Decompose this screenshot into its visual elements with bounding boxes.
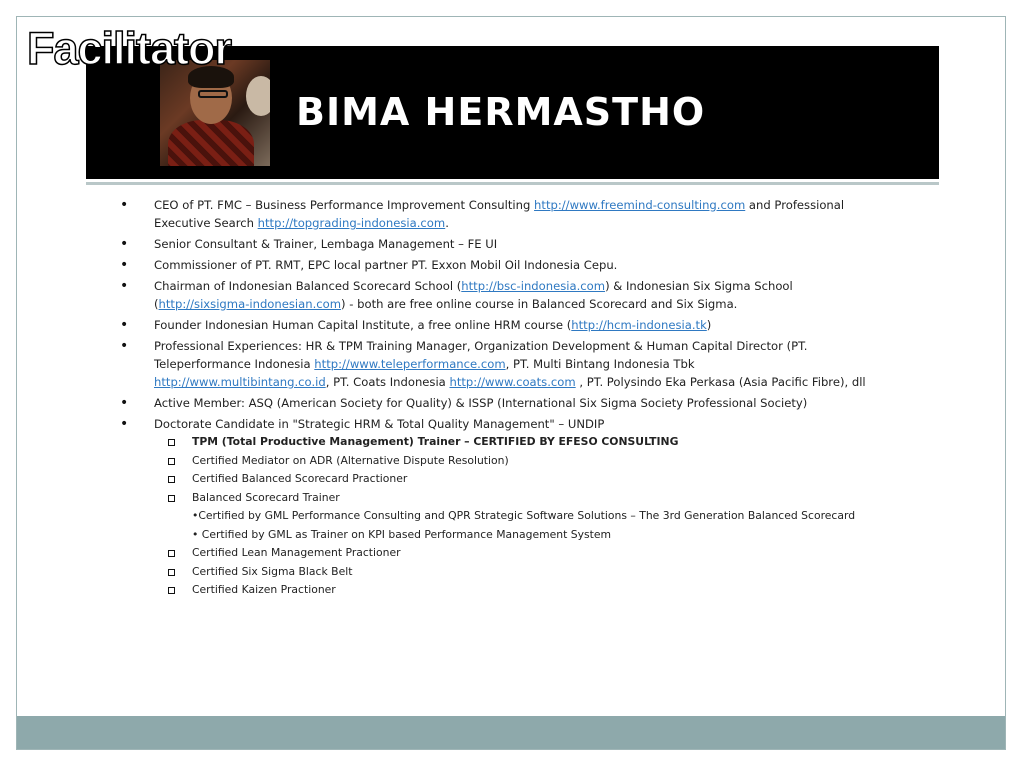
portrait-photo xyxy=(160,60,270,166)
certification-text: Certified Mediator on ADR (Alternative D… xyxy=(192,453,509,467)
certification-text: • Certified by GML as Trainer on KPI bas… xyxy=(192,527,612,541)
bio-bullet-item: Commissioner of PT. RMT, EPC local partn… xyxy=(118,256,870,274)
website-link[interactable]: http://www.multibintang.co.id xyxy=(154,375,326,389)
certification-note: •Certified by GML Performance Consulting… xyxy=(154,507,870,526)
website-link[interactable]: http://sixsigma-indonesian.com xyxy=(159,297,342,311)
website-link[interactable]: http://topgrading-indonesia.com xyxy=(258,216,446,230)
bullet-text: , PT. Polysindo Eka Perkasa (Asia Pacifi… xyxy=(575,375,866,389)
certification-text: Certified Kaizen Practioner xyxy=(192,583,336,596)
shirt-shape xyxy=(168,120,254,166)
certification-item: Certified Balanced Scorecard Practioner xyxy=(154,470,870,489)
certification-item: Certified Lean Management Practioner xyxy=(154,544,870,563)
website-link[interactable]: http://www.freemind-consulting.com xyxy=(534,198,745,212)
square-bullet-icon xyxy=(168,494,175,502)
website-link[interactable]: http://bsc-indonesia.com xyxy=(461,279,605,293)
footer-band xyxy=(17,716,1005,749)
bio-bullet-item: CEO of PT. FMC – Business Performance Im… xyxy=(118,196,870,232)
facilitator-name: BIMA HERMASTHO xyxy=(296,90,706,134)
bio-bullet-item: Professional Experiences: HR & TPM Train… xyxy=(118,337,870,391)
website-link[interactable]: http://www.teleperformance.com xyxy=(314,357,505,371)
square-bullet-icon xyxy=(168,550,175,557)
bullet-text: Senior Consultant & Trainer, Lembaga Man… xyxy=(154,237,498,251)
certification-item: TPM (Total Productive Management) Traine… xyxy=(154,433,870,452)
banner-divider xyxy=(86,182,939,185)
certification-list: TPM (Total Productive Management) Traine… xyxy=(154,433,870,600)
certification-text: Certified Balanced Scorecard Practioner xyxy=(192,472,408,485)
bullet-text: . xyxy=(445,216,449,230)
square-bullet-icon xyxy=(168,439,175,446)
bullet-text: Doctorate Candidate in "Strategic HRM & … xyxy=(154,417,605,431)
certification-text: •Certified by GML Performance Consulting… xyxy=(192,509,856,522)
certification-item: Balanced Scorecard Trainer xyxy=(154,489,870,508)
square-bullet-icon xyxy=(168,457,175,465)
bullet-text: ) xyxy=(706,318,712,332)
bio-bullet-list: CEO of PT. FMC – Business Performance Im… xyxy=(118,196,870,600)
square-bullet-icon xyxy=(168,568,175,576)
bullet-text: CEO of PT. FMC – Business Performance Im… xyxy=(154,198,535,212)
certification-item: Certified Kaizen Practioner xyxy=(154,581,870,600)
certification-text: Certified Lean Management Practioner xyxy=(192,546,401,559)
square-bullet-icon xyxy=(168,587,175,594)
certification-text: Certified Six Sigma Black Belt xyxy=(192,564,353,578)
bio-bullet-item: Active Member: ASQ (American Society for… xyxy=(118,394,870,412)
bullet-text: Chairman of Indonesian Balanced Scorecar… xyxy=(154,279,462,293)
certification-note: • Certified by GML as Trainer on KPI bas… xyxy=(154,526,870,545)
website-link[interactable]: http://www.coats.com xyxy=(449,375,575,389)
bullet-text: Commissioner of PT. RMT, EPC local partn… xyxy=(154,258,618,272)
certification-item: Certified Six Sigma Black Belt xyxy=(154,563,870,582)
bullet-text: ) - both are free online course in Balan… xyxy=(341,297,738,311)
certification-text: TPM (Total Productive Management) Traine… xyxy=(192,435,679,448)
square-bullet-icon xyxy=(168,476,175,483)
website-link[interactable]: http://hcm-indonesia.tk xyxy=(571,318,707,332)
background-person xyxy=(246,76,270,116)
bullet-text: Active Member: ASQ (American Society for… xyxy=(154,396,808,410)
slide-title: Facilitator xyxy=(26,23,233,74)
bio-content: CEO of PT. FMC – Business Performance Im… xyxy=(118,196,870,603)
bullet-text: Founder Indonesian Human Capital Institu… xyxy=(154,318,572,332)
bio-bullet-item: Doctorate Candidate in "Strategic HRM & … xyxy=(118,415,870,600)
certification-item: Certified Mediator on ADR (Alternative D… xyxy=(154,452,870,471)
bio-bullet-item: Senior Consultant & Trainer, Lembaga Man… xyxy=(118,235,870,253)
glasses-shape xyxy=(198,90,228,98)
bullet-text: , PT. Coats Indonesia xyxy=(325,375,450,389)
certification-text: Balanced Scorecard Trainer xyxy=(192,490,340,504)
bullet-text: , PT. Multi Bintang Indonesia Tbk xyxy=(505,357,695,371)
bio-bullet-item: Founder Indonesian Human Capital Institu… xyxy=(118,316,870,334)
bio-bullet-item: Chairman of Indonesian Balanced Scorecar… xyxy=(118,277,870,313)
